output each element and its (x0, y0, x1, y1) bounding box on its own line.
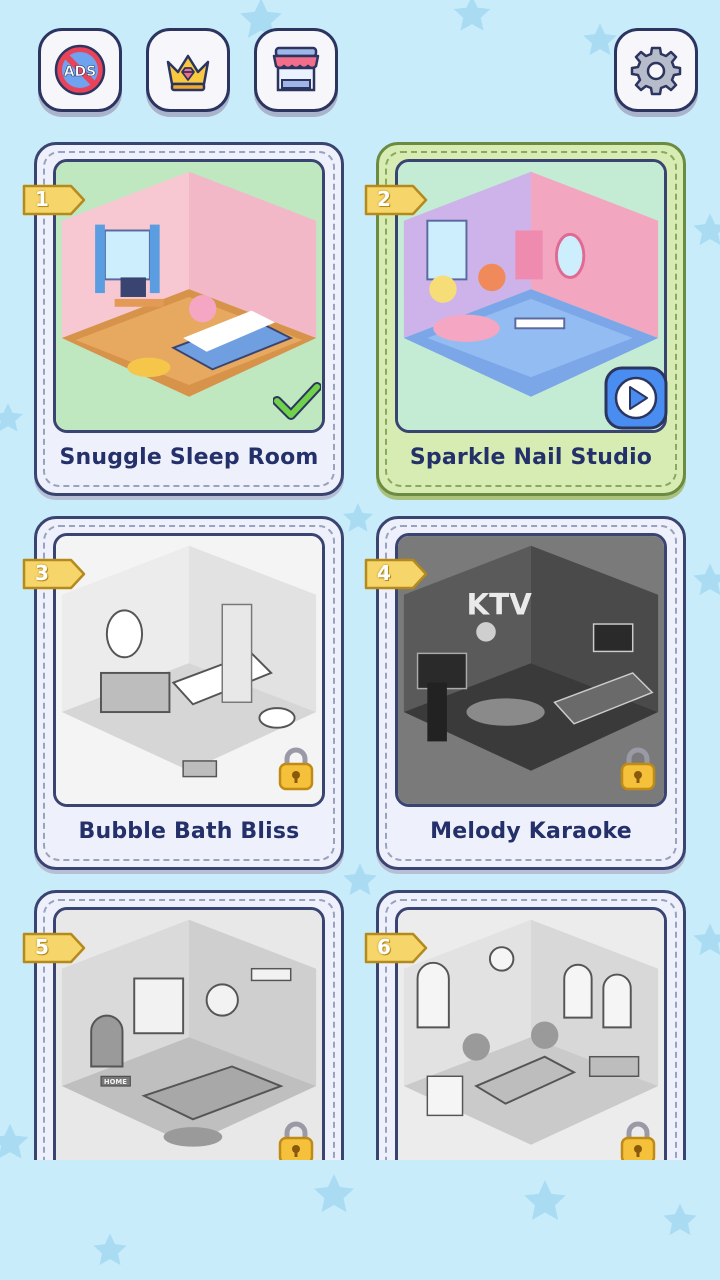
level-card-5[interactable]: HOME 5 (22, 890, 344, 1160)
level-number: 6 (377, 935, 391, 959)
level-title: Bubble Bath Bliss (78, 819, 300, 844)
doormat-sign: HOME (104, 1078, 127, 1086)
ktv-sign: KTV (466, 587, 532, 621)
level-card-4[interactable]: KTV 4 Melody Karaoke (364, 516, 686, 870)
gear-icon (630, 46, 682, 96)
level-title: Snuggle Sleep Room (59, 445, 319, 470)
level-grid: 1 Snuggle Sleep Room 2 Sparkle Nail Stud… (0, 140, 720, 1160)
bottom-banner-area (0, 1160, 720, 1280)
level-number-tag: 5 (21, 931, 87, 965)
level-number-tag: 4 (363, 557, 429, 591)
no-ads-icon: ADS (54, 44, 106, 96)
crown-diamond-icon (166, 54, 210, 92)
lock-icon (620, 747, 656, 791)
level-number-tag: 2 (363, 183, 429, 217)
level-number: 1 (35, 187, 49, 211)
level-card-3[interactable]: 3 Bubble Bath Bliss (22, 516, 344, 870)
top-toolbar: ADS (0, 0, 720, 120)
level-card-6[interactable]: 6 (364, 890, 686, 1160)
star-decoration-icon (524, 1180, 566, 1220)
shop-icon (272, 46, 320, 92)
star-decoration-icon (314, 1174, 354, 1213)
star-decoration-icon (663, 1203, 697, 1236)
level-number: 5 (35, 935, 49, 959)
vip-button[interactable] (146, 28, 230, 112)
level-number: 2 (377, 187, 391, 211)
shop-button[interactable] (254, 28, 338, 112)
level-number-tag: 3 (21, 557, 87, 591)
star-decoration-icon (93, 1233, 127, 1266)
level-number-tag: 6 (363, 931, 429, 965)
level-card-1[interactable]: 1 Snuggle Sleep Room (22, 142, 344, 496)
no-ads-button[interactable]: ADS (38, 28, 122, 112)
settings-button[interactable] (614, 28, 698, 112)
no-ads-label: ADS (64, 64, 97, 80)
play-icon[interactable] (603, 365, 669, 431)
lock-icon (620, 1121, 656, 1160)
lock-icon (278, 1121, 314, 1160)
level-number: 3 (35, 561, 49, 585)
lock-icon (278, 747, 314, 791)
level-title: Sparkle Nail Studio (409, 445, 653, 470)
level-title: Melody Karaoke (430, 819, 632, 844)
checkmark-icon (273, 382, 321, 420)
level-number: 4 (377, 561, 391, 585)
level-card-2[interactable]: 2 Sparkle Nail Studio (364, 142, 686, 496)
level-number-tag: 1 (21, 183, 87, 217)
